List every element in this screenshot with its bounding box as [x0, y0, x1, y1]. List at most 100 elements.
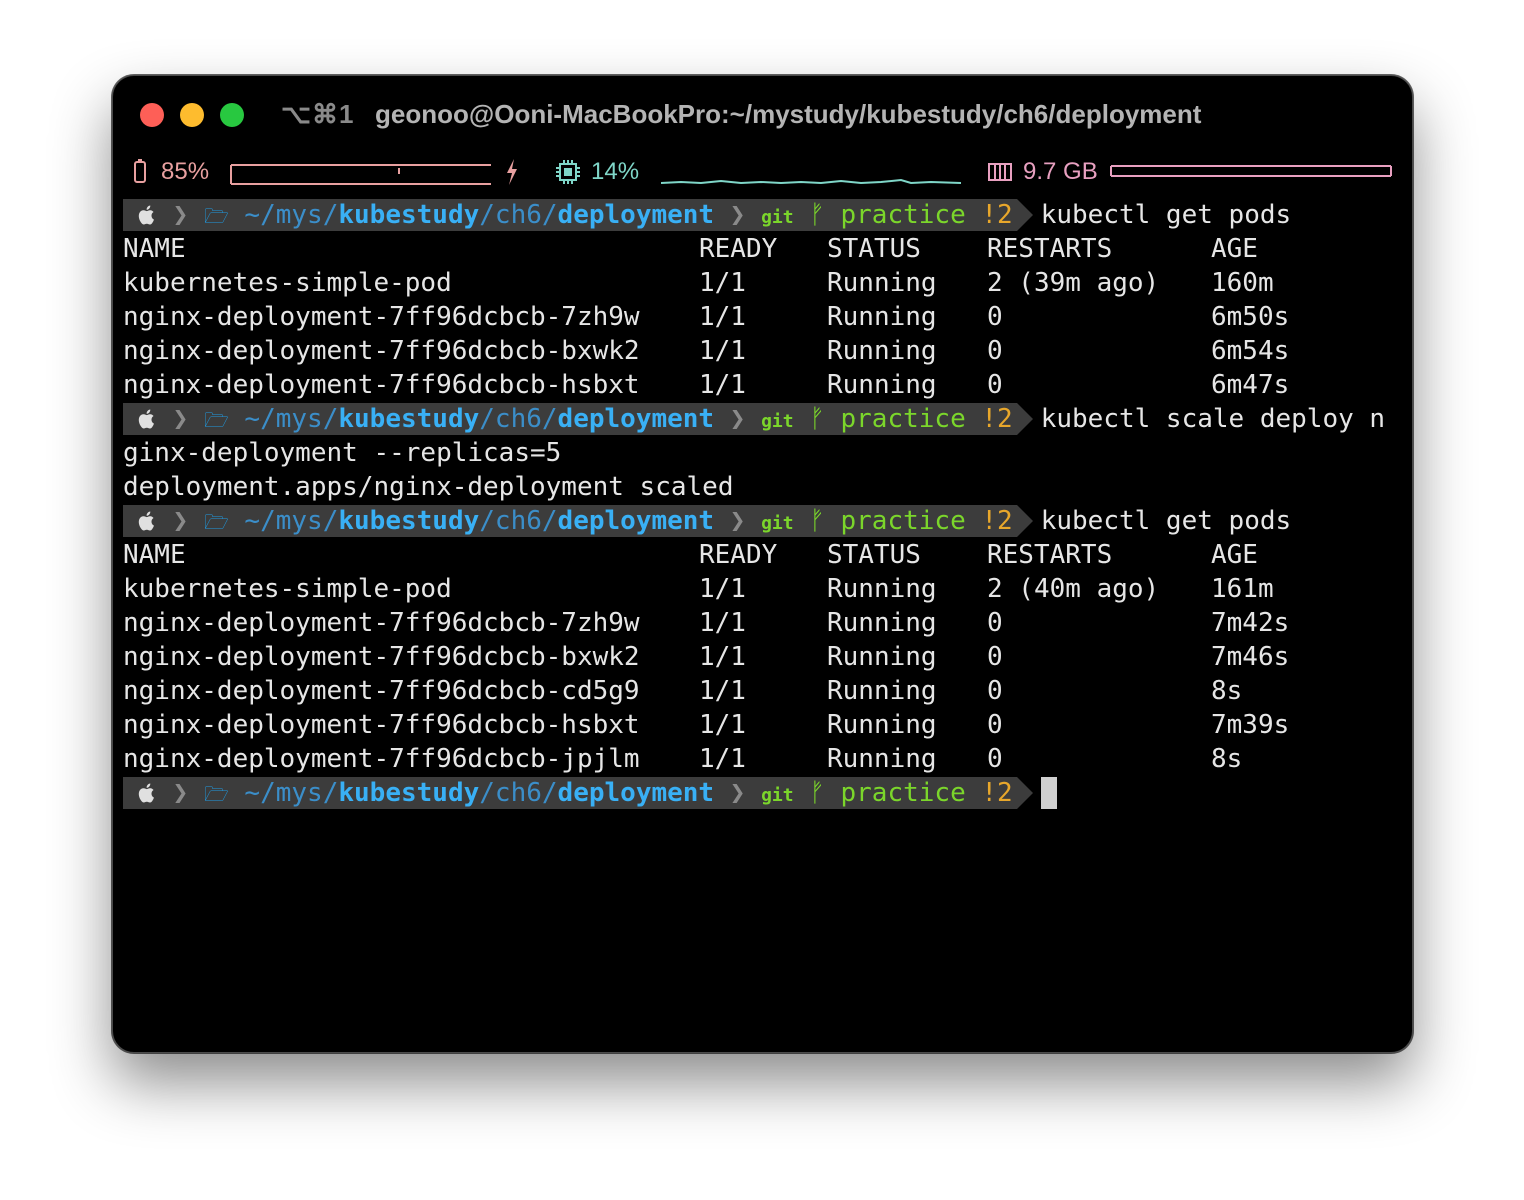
pod-ready: 1/1: [699, 642, 746, 672]
command-text: kubectl get pods: [1040, 200, 1292, 230]
prompt-separator-chevron: ❯: [157, 506, 204, 536]
pod-ready: 1/1: [699, 710, 746, 740]
pod-ready: 1/1: [699, 574, 746, 604]
path-home: ~/: [228, 200, 276, 230]
apple-icon: [138, 511, 154, 531]
path-ch6: ch6: [494, 506, 542, 536]
shell-prompt: ❯ 🗁 ~/mys/kubestudy/ch6/deployment ❯ git…: [123, 505, 1033, 537]
pod-status: Running: [827, 336, 937, 366]
path-slash: /: [541, 778, 558, 808]
path-mys: mys: [275, 404, 323, 434]
prompt-line: ❯ 🗁 ~/mys/kubestudy/ch6/deployment ❯ git…: [123, 776, 1405, 810]
pod-name: nginx-deployment-7ff96dcbcb-jpjlm: [123, 744, 640, 774]
pod-age: 6m50s: [1211, 302, 1290, 332]
path-kubestudy: kubestudy: [338, 506, 480, 536]
path-ch6: ch6: [494, 404, 542, 434]
pod-status: Running: [827, 744, 937, 774]
path-mys: mys: [275, 778, 323, 808]
pod-restarts: 0: [987, 370, 1003, 400]
close-button[interactable]: [140, 103, 164, 127]
prompt-separator-chevron: ❯: [714, 506, 762, 536]
cpu-chip-icon: [555, 159, 581, 192]
path-slash: /: [541, 506, 558, 536]
branch-icon: ᚠ: [793, 404, 841, 434]
prompt-line: ❯ 🗁 ~/mys/kubestudy/ch6/deployment ❯ git…: [123, 198, 1405, 232]
git-dirty-count: !2: [965, 506, 1013, 536]
pod-restarts: 0: [987, 302, 1003, 332]
pod-name: kubernetes-simple-pod: [123, 268, 452, 298]
path-slash: /: [541, 404, 558, 434]
pod-age: 6m54s: [1211, 336, 1290, 366]
path-deployment: deployment: [557, 506, 715, 536]
path-slash: /: [541, 200, 558, 230]
path-mys: mys: [275, 506, 323, 536]
git-icon: git: [761, 785, 794, 806]
memory-icon: [987, 159, 1013, 192]
path-mys: mys: [275, 200, 323, 230]
cpu-percent: 14%: [591, 158, 640, 185]
pod-age: 161m: [1211, 574, 1274, 604]
pod-name: NAME: [123, 234, 186, 264]
pod-restarts: 2 (40m ago): [987, 574, 1160, 604]
prompt-separator-chevron: ❯: [157, 404, 204, 434]
path-kubestudy: kubestudy: [338, 404, 480, 434]
pod-name: nginx-deployment-7ff96dcbcb-hsbxt: [123, 370, 640, 400]
table-row: nginx-deployment-7ff96dcbcb-bxwk2 1/1 Runn…: [123, 640, 1405, 674]
prompt-separator-chevron: ❯: [157, 778, 204, 808]
pod-status: STATUS: [827, 234, 921, 264]
pod-restarts: RESTARTS: [987, 234, 1113, 264]
prompt-separator-chevron: ❯: [714, 404, 762, 434]
pod-ready: 1/1: [699, 268, 746, 298]
pod-name: NAME: [123, 540, 186, 570]
title-bar[interactable]: ⌥⌘1 geonoo@Ooni-MacBookPro:~/mystudy/kub…: [113, 76, 1412, 154]
pod-name: nginx-deployment-7ff96dcbcb-7zh9w: [123, 608, 640, 638]
command-continuation: ginx-deployment --replicas=5: [123, 438, 562, 468]
git-branch: practice: [840, 506, 966, 536]
table-header: NAME READY STATUS RESTARTS AGE: [123, 232, 1405, 266]
path-kubestudy: kubestudy: [338, 778, 480, 808]
apple-icon: [138, 205, 154, 225]
terminal-cursor[interactable]: [1040, 777, 1057, 809]
pod-name: nginx-deployment-7ff96dcbcb-hsbxt: [123, 710, 640, 740]
pod-age: 6m47s: [1211, 370, 1290, 400]
bolt-icon: [505, 158, 519, 193]
pod-status: Running: [827, 370, 937, 400]
shell-prompt: ❯ 🗁 ~/mys/kubestudy/ch6/deployment ❯ git…: [123, 777, 1033, 809]
table-row: nginx-deployment-7ff96dcbcb-jpjlm 1/1 Runn…: [123, 742, 1405, 776]
zoom-button[interactable]: [220, 103, 244, 127]
table-row: kubernetes-simple-pod 1/1 Running 2 (39m ag…: [123, 266, 1405, 300]
pod-status: Running: [827, 574, 937, 604]
path-slash: /: [479, 200, 495, 230]
memory-usage: 9.7 GB: [1023, 158, 1098, 185]
path-ch6: ch6: [494, 778, 542, 808]
cpu-graph: [661, 178, 962, 185]
minimize-button[interactable]: [180, 103, 204, 127]
pod-ready: 1/1: [699, 336, 746, 366]
git-icon: git: [761, 207, 794, 228]
folder-icon: 🗁: [203, 204, 229, 228]
pod-name: nginx-deployment-7ff96dcbcb-bxwk2: [123, 336, 640, 366]
path-slash: /: [479, 506, 495, 536]
terminal-output[interactable]: ❯ 🗁 ~/mys/kubestudy/ch6/deployment ❯ git…: [123, 198, 1405, 810]
pod-restarts: 0: [987, 710, 1003, 740]
path-home: ~/: [228, 778, 276, 808]
pod-age: 7m39s: [1211, 710, 1290, 740]
table-row: nginx-deployment-7ff96dcbcb-7zh9w 1/1 Runn…: [123, 300, 1405, 334]
terminal-window[interactable]: ⌥⌘1 geonoo@Ooni-MacBookPro:~/mystudy/kub…: [112, 75, 1413, 1053]
path-slash: /: [322, 506, 339, 536]
pod-status: Running: [827, 642, 937, 672]
shell-prompt: ❯ 🗁 ~/mys/kubestudy/ch6/deployment ❯ git…: [123, 403, 1033, 435]
prompt-separator-chevron: ❯: [714, 778, 762, 808]
table-row: nginx-deployment-7ff96dcbcb-bxwk2 1/1 Runn…: [123, 334, 1405, 368]
prompt-line: ❯ 🗁 ~/mys/kubestudy/ch6/deployment ❯ git…: [123, 504, 1405, 538]
path-slash: /: [322, 778, 339, 808]
pod-ready: 1/1: [699, 676, 746, 706]
pod-ready: 1/1: [699, 370, 746, 400]
pod-ready: READY: [699, 540, 778, 570]
window-title: geonoo@Ooni-MacBookPro:~/mystudy/kubestu…: [375, 99, 1202, 129]
path-home: ~/: [228, 404, 276, 434]
pod-status: Running: [827, 302, 937, 332]
table-row: nginx-deployment-7ff96dcbcb-hsbxt 1/1 Runn…: [123, 708, 1405, 742]
pod-ready: 1/1: [699, 608, 746, 638]
pod-name: nginx-deployment-7ff96dcbcb-cd5g9: [123, 676, 640, 706]
